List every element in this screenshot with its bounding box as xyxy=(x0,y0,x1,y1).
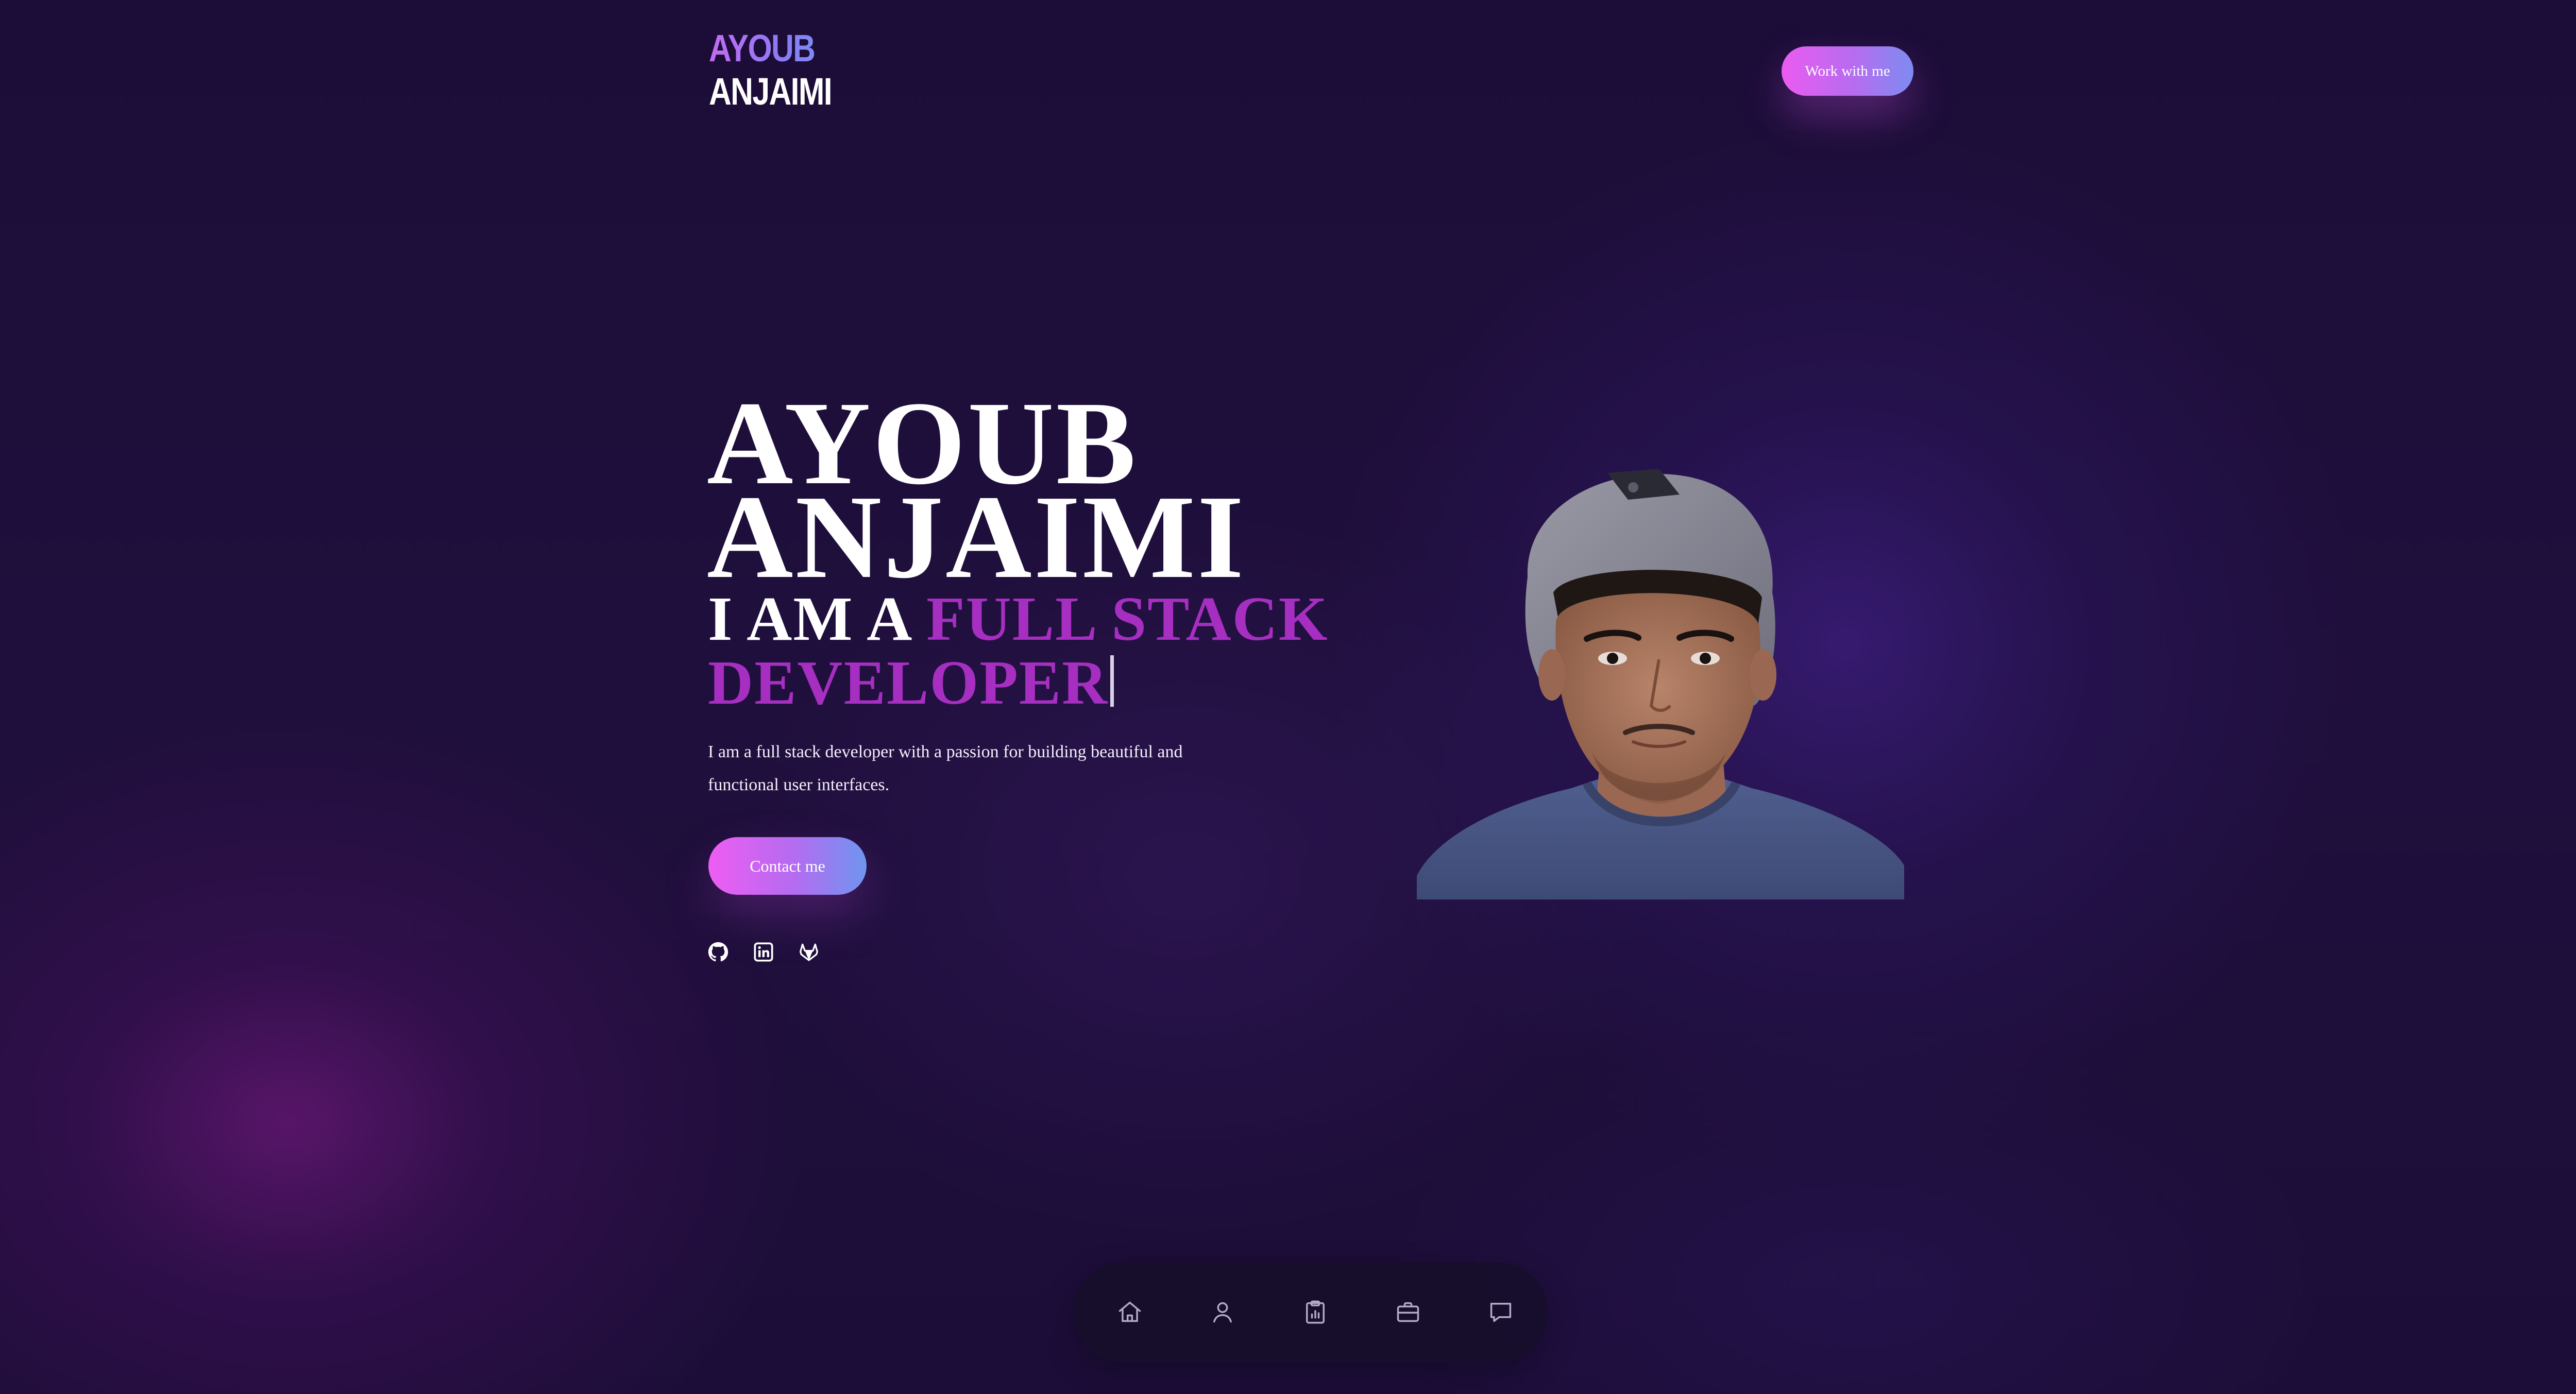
nav-work[interactable] xyxy=(1393,1297,1423,1328)
linkedin-icon[interactable] xyxy=(753,942,774,962)
nav-about[interactable] xyxy=(1207,1297,1238,1328)
bottom-nav-dock xyxy=(1074,1262,1548,1362)
briefcase-icon xyxy=(1397,1302,1419,1322)
social-links xyxy=(708,942,819,962)
hero-intro: I am a full stack developer with a passi… xyxy=(708,742,1183,794)
work-with-me-button[interactable]: Work with me xyxy=(1782,46,1913,96)
logo-last-name: ANJAIMI xyxy=(709,70,833,113)
chat-icon xyxy=(1490,1303,1512,1322)
gitlab-icon[interactable] xyxy=(799,942,819,962)
site-logo[interactable]: AYOUB ANJAIMI xyxy=(709,27,833,113)
logo-first-name: AYOUB xyxy=(709,27,832,70)
hero-role: I AM A FULL STACK DEVELOPER xyxy=(708,587,1378,715)
nav-home[interactable] xyxy=(1114,1297,1145,1328)
home-icon xyxy=(1118,1301,1141,1322)
hero-last-name: ANJAIMI xyxy=(707,471,1246,603)
role-prefix: I AM A xyxy=(708,584,927,654)
nav-skills[interactable] xyxy=(1300,1297,1331,1328)
hero-name: AYOUB ANJAIMI xyxy=(707,384,1246,603)
github-icon[interactable] xyxy=(708,942,728,962)
clipboard-chart-icon xyxy=(1306,1300,1325,1324)
typing-cursor xyxy=(1110,655,1114,707)
contact-me-button[interactable]: Contact me xyxy=(708,837,867,895)
user-icon xyxy=(1213,1302,1232,1323)
nav-contact[interactable] xyxy=(1485,1297,1516,1328)
portrait-photo xyxy=(1417,469,1904,899)
